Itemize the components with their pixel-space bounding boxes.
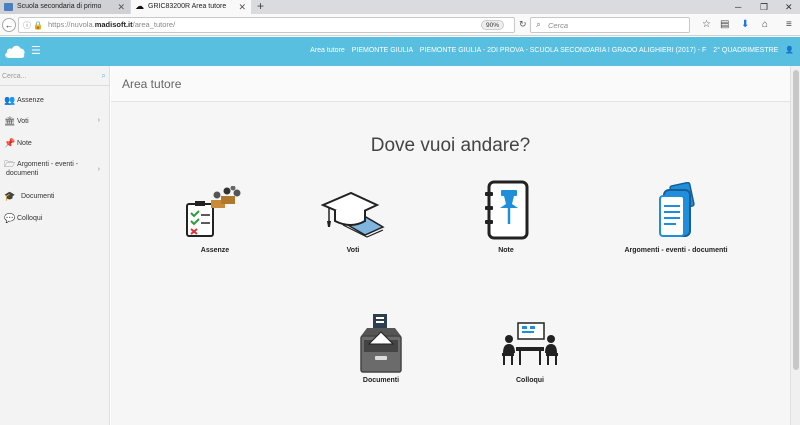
site-info-icon[interactable]: ⓘ 🔒 xyxy=(23,20,43,31)
sidebar-search-placeholder: Cerca... xyxy=(2,73,27,80)
sidebar-item-label: Assenze xyxy=(17,97,44,104)
browser-nav-bar: ← ⓘ 🔒 https://nuvola.madisoft.it/area_tu… xyxy=(0,14,800,36)
tile-documenti[interactable]: Documenti xyxy=(306,314,456,388)
sidebar: Cerca... ⌕ 👥 Assenze 🏛 Voti › 📌 Note 🗁 A… xyxy=(0,66,110,425)
tab-title: Scuola secondaria di primo xyxy=(17,3,102,10)
search-placeholder: Cerca xyxy=(548,21,569,30)
sidebar-item-label: Colloqui xyxy=(17,215,43,222)
tile-note[interactable]: Note xyxy=(431,180,581,258)
tile-label: Assenze xyxy=(200,247,230,254)
header-user-info: Area tutore PIEMONTE GIULIA PIEMONTE GIU… xyxy=(310,46,794,54)
cloud-favicon-icon: ☁ xyxy=(135,1,144,11)
file-cabinet-icon xyxy=(360,314,402,373)
header-class-info[interactable]: PIEMONTE GIULIA - 2DI PROVA - SCUOLA SEC… xyxy=(420,47,707,54)
tile-colloqui[interactable]: Colloqui xyxy=(455,321,605,388)
tile-label: Argomenti - eventi - documenti xyxy=(624,247,728,254)
page-title-bar: Area tutore xyxy=(111,66,790,102)
home-icon[interactable]: ⌂ xyxy=(762,18,768,32)
new-tab-button[interactable]: + xyxy=(257,0,264,13)
graduation-cap-icon: 🎓 xyxy=(4,191,16,201)
address-bar[interactable]: ⓘ 🔒 https://nuvola.madisoft.it/area_tuto… xyxy=(18,17,527,33)
users-icon: 👥 xyxy=(4,95,16,105)
tile-voti[interactable]: Voti xyxy=(278,191,428,258)
lock-icon: 🔒 xyxy=(33,21,44,30)
tile-assenze[interactable]: Assenze xyxy=(140,186,290,258)
institution-icon: 🏛 xyxy=(4,116,16,126)
chevron-right-icon: › xyxy=(97,166,100,173)
zoom-level-badge[interactable]: 90% xyxy=(481,20,505,30)
tile-argomenti-eventi-documenti[interactable]: Argomenti - eventi - documenti xyxy=(601,182,751,258)
tile-label: Colloqui xyxy=(516,377,544,384)
main-content: Area tutore Dove vuoi andare? Assenze Vo… xyxy=(111,66,790,425)
library-icon[interactable]: ▤ xyxy=(720,18,729,32)
search-icon: ⌕ xyxy=(536,19,542,29)
menu-icon[interactable]: ≡ xyxy=(786,18,792,32)
hamburger-menu-icon[interactable]: ☰ xyxy=(31,45,41,57)
cloud-logo-icon[interactable] xyxy=(4,43,26,59)
browser-search-bar[interactable]: ⌕ Cerca xyxy=(530,17,690,33)
browser-tab-active[interactable]: ☁ GRIC83200R Area tutore ✕ xyxy=(131,0,251,14)
attendance-icon xyxy=(186,186,241,237)
notebook-pin-icon xyxy=(485,180,529,240)
sidebar-item-argomenti[interactable]: 🗁 Argomenti - eventi - documenti › xyxy=(0,159,110,181)
tile-label: Voti xyxy=(346,247,360,254)
page-scrollbar[interactable] xyxy=(790,66,800,425)
search-icon[interactable]: ⌕ xyxy=(102,71,106,81)
sidebar-item-label: Note xyxy=(17,140,32,147)
browser-tab-bar: Scuola secondaria di primo ✕ ☁ GRIC83200… xyxy=(0,0,800,14)
chat-icon: 💬 xyxy=(4,213,16,223)
tile-label: Documenti xyxy=(362,377,400,384)
header-student-name[interactable]: PIEMONTE GIULIA xyxy=(352,47,413,54)
folder-open-icon: 🗁 xyxy=(4,159,16,169)
back-button[interactable]: ← xyxy=(2,18,16,32)
app-header: ☰ Area tutore PIEMONTE GIULIA PIEMONTE G… xyxy=(0,37,800,66)
sidebar-item-label: Documenti xyxy=(21,193,55,200)
minimize-icon[interactable]: ─ xyxy=(735,0,741,14)
sidebar-item-label-line1: Argomenti - eventi - xyxy=(17,161,79,168)
site-favicon-icon xyxy=(4,3,13,11)
window-close-icon[interactable]: ✕ xyxy=(785,0,793,14)
close-tab-icon[interactable]: ✕ xyxy=(117,0,125,14)
sidebar-item-label: Voti xyxy=(17,118,29,125)
page-title: Area tutore xyxy=(122,77,182,91)
reload-icon[interactable]: ↻ xyxy=(519,19,527,30)
section-heading: Dove vuoi andare? xyxy=(370,135,531,156)
chevron-right-icon: › xyxy=(97,117,100,124)
maximize-icon[interactable]: ❐ xyxy=(760,0,768,14)
sidebar-item-label-line2: documenti xyxy=(6,170,39,177)
tab-title: GRIC83200R Area tutore xyxy=(148,3,227,10)
header-area-link[interactable]: Area tutore xyxy=(310,47,345,54)
documents-stack-icon xyxy=(659,182,695,237)
tile-label: Note xyxy=(498,247,514,254)
browser-tab[interactable]: Scuola secondaria di primo ✕ xyxy=(0,0,130,14)
meeting-icon xyxy=(502,322,558,365)
bookmark-star-icon[interactable]: ☆ xyxy=(702,18,711,32)
scrollbar-thumb[interactable] xyxy=(793,70,799,370)
sidebar-search-input[interactable]: Cerca... ⌕ xyxy=(0,70,110,86)
graduation-cap-icon xyxy=(321,191,385,238)
url-text: https://nuvola.madisoft.it/area_tutore/ xyxy=(48,20,176,29)
user-icon[interactable]: 👤 xyxy=(785,47,794,54)
close-tab-icon[interactable]: ✕ xyxy=(238,0,246,14)
pin-icon: 📌 xyxy=(4,138,16,148)
download-icon[interactable]: ⬇ xyxy=(741,18,749,32)
header-period[interactable]: 2° QUADRIMESTRE xyxy=(713,47,778,54)
